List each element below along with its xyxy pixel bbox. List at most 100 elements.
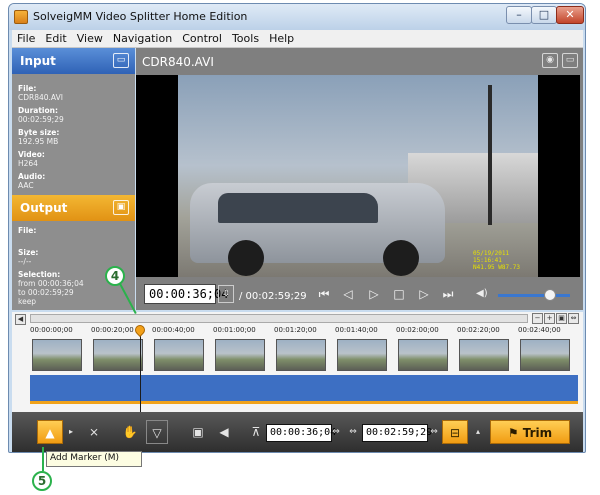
thumbnail <box>93 339 143 371</box>
close-button[interactable]: ✕ <box>556 6 584 24</box>
menu-view[interactable]: View <box>72 30 108 47</box>
fullscreen-icon[interactable]: ▭ <box>562 53 578 68</box>
step-back-icon[interactable]: ◁ <box>338 285 358 303</box>
car-wheel-shape <box>228 240 264 276</box>
thumbnail <box>337 339 387 371</box>
volume-knob[interactable] <box>543 289 556 301</box>
zoom-in-icon[interactable]: + <box>544 313 555 324</box>
street-pole-shape <box>488 85 492 225</box>
menu-tools[interactable]: Tools <box>227 30 264 47</box>
set-end-icon[interactable]: ⇔ <box>346 420 360 444</box>
tick-label: 00:01:40;00 <box>335 326 378 334</box>
zoom-selection-icon[interactable]: ⇔ <box>568 313 579 324</box>
zoom-out-icon[interactable]: − <box>532 313 543 324</box>
video-timestamp-overlay: 05/19/2011 15:16:41 N41.95 W87.73 <box>473 250 520 271</box>
tick-label: 00:01:00;00 <box>213 326 256 334</box>
app-window: SolveigMM Video Splitter Home Edition – … <box>8 3 586 453</box>
app-logo-icon <box>14 10 28 24</box>
timeline-scrollbar[interactable] <box>30 314 528 323</box>
zoom-fit-icon[interactable]: ▣ <box>556 313 567 324</box>
minimize-button[interactable]: – <box>506 6 532 24</box>
car-window-shape <box>218 193 378 223</box>
step-forward-icon[interactable]: ▷ <box>414 285 434 303</box>
thumb-icon[interactable]: ✋ <box>120 420 140 444</box>
car-wheel-shape <box>383 240 419 276</box>
input-title: Input <box>20 54 56 68</box>
snapshot-icon[interactable]: ◉ <box>542 53 558 68</box>
thumbnail <box>154 339 204 371</box>
window-title: SolveigMM Video Splitter Home Edition <box>33 10 248 23</box>
scroll-left-icon[interactable]: ◀ <box>15 314 26 325</box>
open-folder-icon[interactable]: ▭ <box>113 53 129 68</box>
current-time-display[interactable]: 00:00:36;04 <box>144 284 228 304</box>
menu-help[interactable]: Help <box>264 30 299 47</box>
file-title: CDR840.AVI <box>142 55 214 69</box>
go-end-icon[interactable]: ⏭ <box>438 285 458 303</box>
maximize-button[interactable]: □ <box>531 6 557 24</box>
tick-label: 00:00:00;00 <box>30 326 73 334</box>
tick-label: 00:02:20;00 <box>457 326 500 334</box>
thumbnail <box>276 339 326 371</box>
callout-5: 5 <box>32 471 52 491</box>
input-header: Input ▭ <box>12 48 135 74</box>
menu-navigation[interactable]: Navigation <box>108 30 177 47</box>
time-spin-icon[interactable]: ⇕ <box>218 285 234 303</box>
go-start-icon[interactable]: ⏮ <box>314 285 334 303</box>
delete-marker-icon[interactable]: ⨯ <box>84 420 104 444</box>
split-button[interactable]: ⊟ <box>442 420 468 444</box>
end-spin-icon[interactable]: ⇔ <box>428 420 440 444</box>
output-size-info: Size: --/-- <box>18 248 39 266</box>
edit-icon[interactable]: ▣ <box>188 420 208 444</box>
thumbnail-strip[interactable] <box>30 339 578 373</box>
menu-control[interactable]: Control <box>177 30 227 47</box>
tick-label: 00:02:00;00 <box>396 326 439 334</box>
video-preview[interactable]: 05/19/2011 15:16:41 N41.95 W87.73 <box>136 75 580 277</box>
thumbnail <box>215 339 265 371</box>
title-bar[interactable]: SolveigMM Video Splitter Home Edition – … <box>9 4 585 30</box>
input-audio-info: Audio: AAC <box>18 172 46 190</box>
output-title: Output <box>20 201 68 215</box>
menu-bar: File Edit View Navigation Control Tools Help <box>12 30 583 48</box>
output-selection-info: Selection: from 00:00:36;04 to 00:02:59;… <box>18 270 84 306</box>
split-menu-icon[interactable]: ▴ <box>472 420 484 444</box>
thumbnail <box>459 339 509 371</box>
marker-menu-icon[interactable]: ▸ <box>65 420 77 444</box>
audio-waveform[interactable] <box>30 375 578 401</box>
tick-label: 00:01:20;00 <box>274 326 317 334</box>
thumbnail <box>520 339 570 371</box>
input-video-info: Video: H264 <box>18 150 45 168</box>
time-ruler: 00:00:00;00 00:00:20;00 00:00:40;00 00:0… <box>30 326 578 338</box>
video-frame: 05/19/2011 15:16:41 N41.95 W87.73 <box>178 75 538 277</box>
tick-label: 00:02:40;00 <box>518 326 561 334</box>
timeline-cursor[interactable] <box>139 326 141 412</box>
edit-toolbar: ▲ ▸ ⨯ ✋ ▽ ▣ ◀ ⊼ 00:00:36;04 ⇔ ⇔ 00:02:59… <box>12 412 583 452</box>
start-time-field[interactable]: 00:00:36;04 <box>266 424 336 442</box>
mute-icon[interactable]: ◀ <box>214 420 234 444</box>
add-marker-tooltip: Add Marker (M) <box>46 451 142 467</box>
input-bytesize-info: Byte size: 192.95 MB <box>18 128 60 146</box>
selection-bar[interactable] <box>30 401 578 404</box>
player-panel: CDR840.AVI ◉ ▭ 05/19/2011 15:16:41 N41.9… <box>136 48 583 310</box>
trim-label: Trim <box>522 426 553 440</box>
timeline: ◀ − + ▣ ⇔ 00:00:00;00 00:00:20;00 00:00:… <box>12 312 583 412</box>
trim-button[interactable]: ⚑ Trim <box>490 420 570 444</box>
total-time: / 00:02:59;29 <box>239 291 307 302</box>
output-file-info: File: <box>18 226 37 235</box>
volume-icon[interactable]: ◀) <box>476 288 488 299</box>
comment-icon[interactable]: ▽ <box>146 420 168 444</box>
output-header: Output ▣ <box>12 195 135 221</box>
end-time-field[interactable]: 00:02:59;29 <box>362 424 432 442</box>
stop-icon[interactable]: □ <box>389 285 409 303</box>
save-disk-icon[interactable]: ▣ <box>113 200 129 215</box>
menu-edit[interactable]: Edit <box>40 30 71 47</box>
callout-pointer <box>42 447 44 471</box>
thumbnail <box>32 339 82 371</box>
input-duration-info: Duration: 00:02:59;29 <box>18 106 64 124</box>
set-start-icon[interactable]: ⊼ <box>248 420 264 444</box>
start-spin-icon[interactable]: ⇔ <box>330 420 342 444</box>
menu-file[interactable]: File <box>12 30 40 47</box>
play-icon[interactable]: ▷ <box>364 285 384 303</box>
volume-slider[interactable] <box>498 294 570 297</box>
input-file-info: File: CDR840.AVI <box>18 84 63 102</box>
add-marker-button[interactable]: ▲ <box>37 420 63 444</box>
